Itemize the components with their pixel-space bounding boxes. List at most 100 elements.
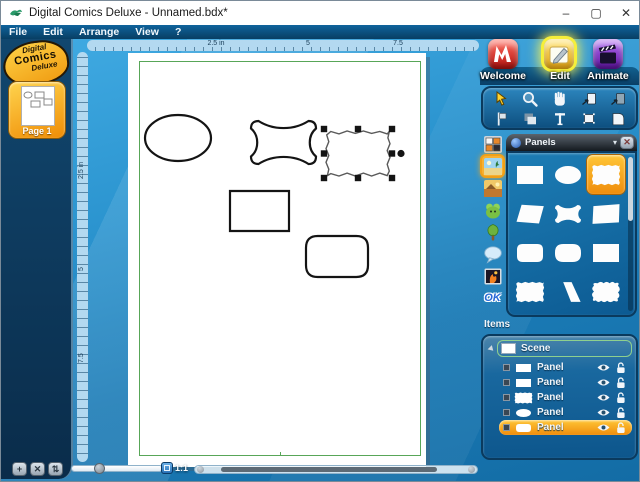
selection-handle[interactable] xyxy=(321,175,327,181)
selection-handle[interactable] xyxy=(389,126,395,132)
page-thumbnail[interactable]: Page 1 xyxy=(8,81,66,139)
panel-shape-rect2[interactable] xyxy=(587,233,625,272)
new-panel-tool[interactable] xyxy=(577,109,601,129)
props-category[interactable] xyxy=(482,222,503,242)
arrange-panel-tool-icon xyxy=(492,110,510,128)
selection-handle[interactable] xyxy=(389,175,395,181)
pan-tool[interactable] xyxy=(548,89,572,109)
lock-icon[interactable] xyxy=(616,377,626,389)
panel-shape-torn2[interactable] xyxy=(511,272,549,311)
backgrounds-category[interactable] xyxy=(482,178,503,198)
visibility-eye-icon[interactable] xyxy=(597,408,610,417)
close-button[interactable]: ✕ xyxy=(611,1,640,25)
ok-category[interactable]: OK xyxy=(482,288,503,308)
panels-category[interactable] xyxy=(482,134,503,154)
panels-scrollbar[interactable] xyxy=(628,157,633,311)
item-row-panel[interactable]: Panel xyxy=(487,390,632,405)
canvas-page[interactable] xyxy=(128,53,426,467)
selection-handle[interactable] xyxy=(389,150,395,156)
item-row-panel[interactable]: Panel xyxy=(487,420,632,435)
scroll-left-button[interactable] xyxy=(197,466,204,473)
arrange-panel-tool[interactable] xyxy=(489,109,513,129)
horizontal-scrollbar[interactable] xyxy=(194,465,478,474)
fit-page-icon[interactable] xyxy=(161,462,173,474)
canvas-shape-ellipse[interactable] xyxy=(145,115,211,161)
visibility-eye-icon[interactable] xyxy=(597,393,610,402)
horizontal-scrollbar-thumb[interactable] xyxy=(221,467,437,472)
text-tool[interactable] xyxy=(548,109,572,129)
panel-shape-rounded2[interactable] xyxy=(549,233,587,272)
panel-shape-torn[interactable] xyxy=(587,155,625,194)
lock-icon[interactable] xyxy=(616,407,626,419)
item-checkbox[interactable] xyxy=(503,409,510,416)
import-panel-tool[interactable] xyxy=(577,89,601,109)
send-back-tool[interactable] xyxy=(518,109,542,129)
menu-item-edit[interactable]: Edit xyxy=(43,26,63,38)
selection-handle[interactable] xyxy=(321,126,327,132)
lock-icon[interactable] xyxy=(616,362,626,374)
select-tool[interactable] xyxy=(489,89,513,109)
item-thumbnail-rect xyxy=(514,377,533,389)
zoom-tool[interactable] xyxy=(518,89,542,109)
menu-item-help[interactable]: ? xyxy=(175,26,181,38)
zoom-ratio-label[interactable]: 1:1 xyxy=(175,463,188,473)
duplicate-panel-tool[interactable] xyxy=(606,89,630,109)
selection-handle[interactable] xyxy=(355,126,361,132)
pictures-category[interactable] xyxy=(482,266,503,286)
panel-shape-torn-preview xyxy=(591,164,621,186)
panels-dropdown-caret[interactable]: ▾ xyxy=(613,138,617,147)
visibility-eye-icon[interactable] xyxy=(597,363,610,372)
menu-item-file[interactable]: File xyxy=(9,26,27,38)
visibility-eye-icon[interactable] xyxy=(597,423,610,432)
zoom-slider-knob[interactable] xyxy=(94,463,105,474)
animate-mode-button[interactable] xyxy=(593,39,623,69)
panel-shape-wavy[interactable] xyxy=(549,194,587,233)
canvas-shape-rect[interactable] xyxy=(230,191,289,231)
panel-shape-parallelogram[interactable] xyxy=(511,194,549,233)
item-checkbox[interactable] xyxy=(503,394,510,401)
maximize-button[interactable]: ▢ xyxy=(581,1,611,25)
canvas-shapes-layer[interactable] xyxy=(128,53,426,467)
menu-item-view[interactable]: View xyxy=(135,26,159,38)
scenes-category[interactable] xyxy=(482,156,503,176)
add-page-button[interactable]: + xyxy=(12,462,27,476)
lock-icon[interactable] xyxy=(616,392,626,404)
panels-scrollbar-thumb[interactable] xyxy=(628,157,633,221)
menu-item-arrange[interactable]: Arrange xyxy=(79,26,119,38)
panel-shape-rounded[interactable] xyxy=(511,233,549,272)
selection-handle[interactable] xyxy=(321,150,327,156)
canvas-shape-rounded[interactable] xyxy=(306,236,368,277)
canvas-shape-wavy[interactable] xyxy=(251,121,316,164)
horizontal-ruler: 2.5 in57.5 xyxy=(87,40,479,51)
item-row-panel[interactable]: Panel xyxy=(487,360,632,375)
item-checkbox[interactable] xyxy=(503,364,510,371)
edit-mode-button[interactable] xyxy=(544,39,574,69)
canvas-shape-selected[interactable] xyxy=(326,131,390,176)
item-row-panel[interactable]: Panel xyxy=(487,405,632,420)
item-row-panel[interactable]: Panel xyxy=(487,375,632,390)
panel-shape-slant[interactable] xyxy=(549,272,587,311)
characters-category[interactable] xyxy=(482,200,503,220)
scroll-right-button[interactable] xyxy=(468,466,475,473)
minimize-button[interactable]: – xyxy=(551,1,581,25)
expander-icon[interactable] xyxy=(488,345,496,353)
item-checkbox[interactable] xyxy=(503,379,510,386)
rotation-handle[interactable] xyxy=(397,150,404,157)
panel-shape-tilted[interactable] xyxy=(587,194,625,233)
panel-shape-ellipse[interactable] xyxy=(549,155,587,194)
panels-close-button[interactable]: ✕ xyxy=(620,136,634,149)
scene-row[interactable]: Scene xyxy=(487,340,632,357)
corner-panel-tool[interactable] xyxy=(606,109,630,129)
item-checkbox[interactable] xyxy=(503,424,510,431)
selection-handle[interactable] xyxy=(355,175,361,181)
lock-icon[interactable] xyxy=(616,422,626,434)
balloons-category[interactable] xyxy=(482,244,503,264)
zoom-slider[interactable] xyxy=(71,465,163,472)
panel-shape-cloud[interactable] xyxy=(587,272,625,311)
item-row-icons xyxy=(597,362,632,374)
panel-shape-rect[interactable] xyxy=(511,155,549,194)
delete-page-button[interactable]: ✕ xyxy=(30,462,45,476)
welcome-mode-button[interactable] xyxy=(488,39,518,69)
reorder-page-button[interactable]: ⇅ xyxy=(48,462,63,476)
visibility-eye-icon[interactable] xyxy=(597,378,610,387)
